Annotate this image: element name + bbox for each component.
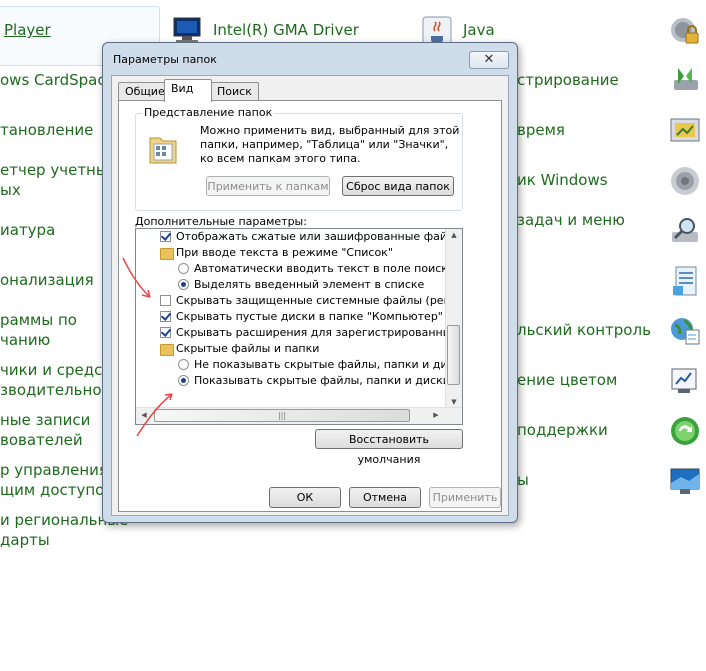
tree-item-label: При вводе текста в режиме "Список" bbox=[176, 246, 393, 259]
cp-link-color-management[interactable]: ение цветом bbox=[517, 370, 617, 390]
tree-item-label: Скрытые файлы и папки bbox=[176, 342, 320, 355]
tree-item-label: Автоматически вводить текст в поле поиск… bbox=[194, 262, 455, 275]
scroll-right-arrow-icon[interactable]: ▶ bbox=[428, 411, 444, 419]
checkbox-checked[interactable] bbox=[160, 231, 171, 242]
cancel-button[interactable]: Отмена bbox=[349, 487, 421, 508]
restore-defaults-button[interactable]: Восстановить умолчания bbox=[315, 429, 463, 466]
cp-link-taskbar[interactable]: задач и меню bbox=[517, 210, 625, 230]
monitor-icon[interactable] bbox=[668, 114, 702, 148]
folder-options-dialog: Параметры папок ✕ Общие Вид Поиск Предст… bbox=[102, 42, 518, 523]
tree-item-label: Выделять введенный элемент в списке bbox=[194, 278, 425, 291]
dialog-title: Параметры папок bbox=[113, 53, 217, 66]
cp-link-user-accounts[interactable]: ные записи bbox=[0, 410, 90, 430]
dialog-client-area: Общие Вид Поиск Представление папок Можн… bbox=[111, 75, 509, 516]
horizontal-scrollbar[interactable]: ◀ ||| ▶ bbox=[136, 407, 462, 424]
cp-link-personalization[interactable]: онализация bbox=[0, 270, 94, 290]
tree-item-label: Показывать скрытые файлы, папки и диски bbox=[194, 374, 450, 387]
radio-selected[interactable] bbox=[178, 375, 189, 386]
folder-views-icon bbox=[149, 137, 177, 164]
cp-link-support[interactable]: поддержки bbox=[517, 420, 608, 440]
computer-icon[interactable] bbox=[668, 364, 702, 398]
speaker-icon[interactable] bbox=[668, 164, 702, 198]
cp-link-java[interactable]: Java bbox=[463, 20, 495, 40]
checkbox-checked[interactable] bbox=[160, 311, 171, 322]
radio-unselected[interactable] bbox=[178, 263, 189, 274]
tree-item-label: Не показывать скрытые файлы, папки и дис… bbox=[194, 358, 463, 371]
checkbox-unchecked[interactable] bbox=[160, 295, 171, 306]
display-icon[interactable] bbox=[668, 464, 702, 498]
radio-selected[interactable] bbox=[178, 279, 189, 290]
cp-link-regional-2[interactable]: дарты bbox=[0, 530, 50, 550]
cp-link-flash-player[interactable]: Player bbox=[4, 20, 51, 40]
scroll-left-arrow-icon[interactable]: ◀ bbox=[136, 411, 152, 419]
cp-link-default-programs[interactable]: раммы по bbox=[0, 310, 77, 330]
cp-link-date-time[interactable]: время bbox=[517, 120, 565, 140]
advanced-settings-label: Дополнительные параметры: bbox=[135, 215, 307, 228]
cp-link-intel-gma[interactable]: Intel(R) GMA Driver bbox=[213, 20, 359, 40]
tree-item-label: Скрывать защищенные системные файлы (рек… bbox=[176, 294, 462, 307]
tree-item-label: Отображать сжатые или зашифрованные файл… bbox=[176, 230, 463, 243]
cp-link-parental-control[interactable]: льский контроль bbox=[517, 320, 651, 340]
cp-link-windows-defender[interactable]: ик Windows bbox=[517, 170, 608, 190]
cp-link-cardspace[interactable]: ows CardSpace bbox=[0, 70, 115, 90]
close-button[interactable]: ✕ bbox=[469, 51, 509, 69]
apply-to-folders-button[interactable]: Применить к папкам bbox=[206, 176, 330, 196]
sync-icon[interactable] bbox=[668, 62, 702, 96]
cp-link-credential-manager-2[interactable]: ых bbox=[0, 180, 21, 200]
tab-view[interactable]: Вид bbox=[164, 79, 212, 102]
cp-link-misc[interactable]: ы bbox=[517, 470, 529, 490]
folder-views-group: Представление папок Можно применить вид,… bbox=[135, 106, 463, 211]
folder-views-label: Представление папок bbox=[142, 106, 275, 119]
scroll-up-arrow-icon[interactable]: ▲ bbox=[446, 231, 462, 239]
globe-icon[interactable] bbox=[668, 314, 702, 348]
view-tab-panel: Представление папок Можно применить вид,… bbox=[118, 100, 502, 512]
vertical-scroll-thumb[interactable] bbox=[447, 325, 460, 385]
cp-link-credential-manager[interactable]: етчер учетных bbox=[0, 160, 117, 180]
cp-link-keyboard[interactable]: иатура bbox=[0, 220, 55, 240]
reset-folders-button[interactable]: Сброс вида папок bbox=[342, 176, 454, 196]
horizontal-scroll-thumb[interactable]: ||| bbox=[154, 409, 410, 422]
cp-link-network-center-2[interactable]: щим доступом bbox=[0, 480, 116, 500]
refresh-icon[interactable] bbox=[668, 414, 702, 448]
ok-button[interactable]: ОК bbox=[269, 487, 341, 508]
tree-item-label: Скрывать пустые диски в папке "Компьютер… bbox=[176, 310, 443, 323]
tree-item-label: Скрывать расширения для зарегистрированн… bbox=[176, 326, 462, 339]
cp-link-user-accounts-2[interactable]: вователей bbox=[0, 430, 83, 450]
cp-link-performance-2[interactable]: зводительност bbox=[0, 380, 118, 400]
tab-search[interactable]: Поиск bbox=[210, 82, 259, 101]
cp-link-indexing[interactable]: стрирование bbox=[517, 70, 619, 90]
folder-icon bbox=[160, 344, 174, 356]
lock-icon[interactable] bbox=[668, 14, 702, 48]
cp-link-default-programs-2[interactable]: чанию bbox=[0, 330, 50, 350]
folder-views-description: Можно применить вид, выбранный для этой … bbox=[200, 124, 460, 165]
search-icon[interactable] bbox=[668, 214, 702, 248]
document-icon[interactable] bbox=[668, 264, 702, 298]
scroll-down-arrow-icon[interactable]: ▼ bbox=[446, 398, 462, 406]
radio-unselected[interactable] bbox=[178, 359, 189, 370]
checkbox-checked[interactable] bbox=[160, 327, 171, 338]
folder-icon bbox=[160, 248, 174, 260]
vertical-scrollbar[interactable]: ▲ ▼ bbox=[445, 229, 462, 408]
cp-link-recovery[interactable]: тановление bbox=[0, 120, 93, 140]
advanced-settings-tree[interactable]: Отображать сжатые или зашифрованные файл… bbox=[135, 228, 463, 425]
apply-button[interactable]: Применить bbox=[429, 487, 501, 508]
